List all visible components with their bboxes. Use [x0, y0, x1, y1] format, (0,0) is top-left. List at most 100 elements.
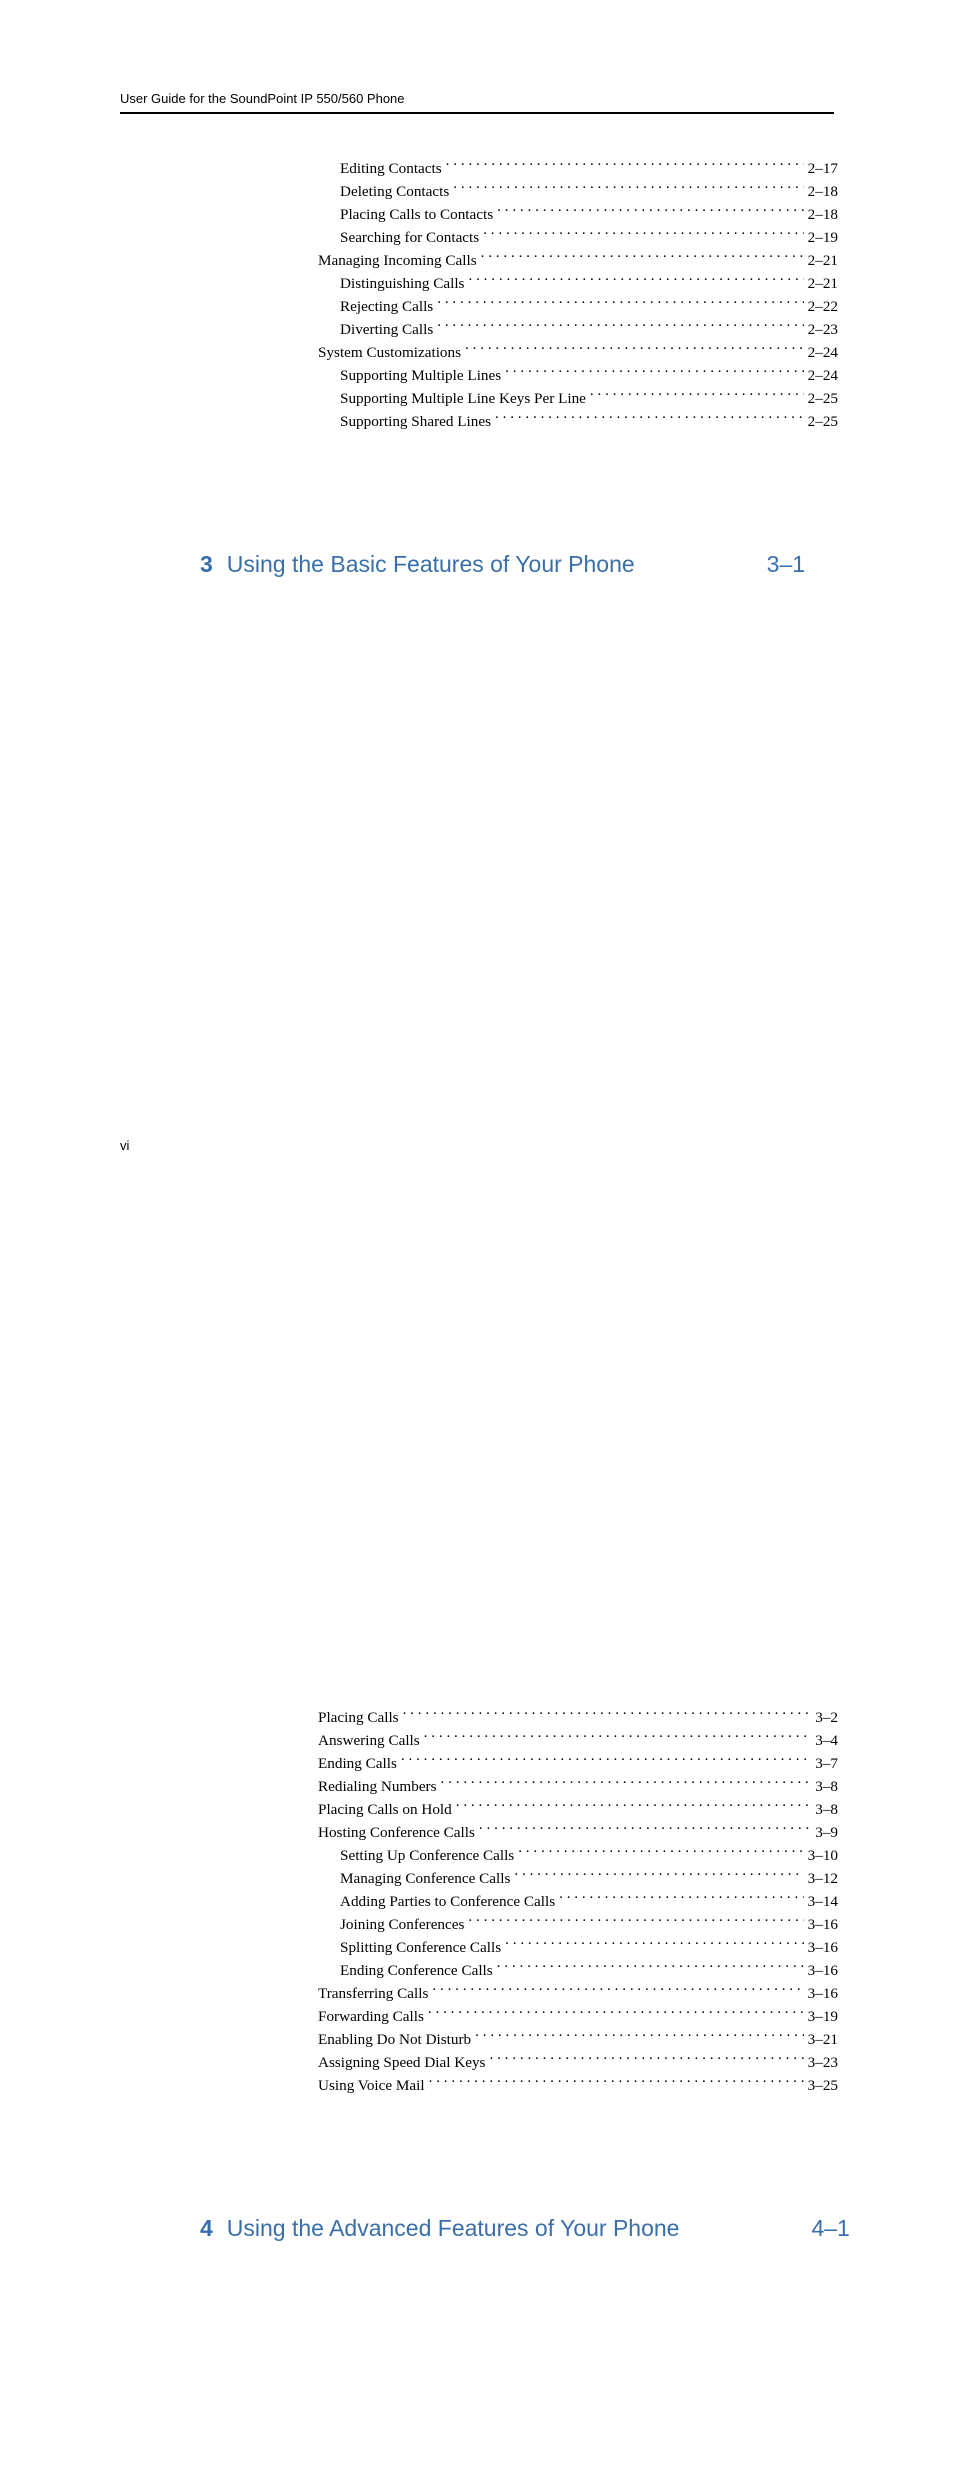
- toc-entry-page: 2–24: [808, 342, 838, 365]
- toc-entry-page: 2–25: [808, 411, 838, 434]
- toc-entry[interactable]: Setting Up Conference Calls3–10: [318, 1845, 838, 1868]
- toc-entry[interactable]: Assigning Speed Dial Keys3–23: [318, 2052, 838, 2075]
- toc-entry-title: Managing Conference Calls: [340, 1868, 510, 1891]
- toc-entry-title: Diverting Calls: [340, 319, 433, 342]
- chapter-page: 4–1: [691, 2124, 954, 2470]
- leader-dots: [453, 181, 803, 196]
- leader-dots: [432, 1983, 803, 1998]
- toc-entry[interactable]: Placing Calls3–2: [318, 1707, 838, 1730]
- chapter-title: Using the Basic Features of Your Phone: [227, 551, 635, 578]
- page: User Guide for the SoundPoint IP 550/560…: [0, 0, 954, 1235]
- toc-entry[interactable]: Searching for Contacts2–19: [318, 227, 838, 250]
- leader-dots: [437, 296, 803, 311]
- toc-entry[interactable]: Ending Calls3–7: [318, 1753, 838, 1776]
- leader-dots: [497, 1960, 804, 1975]
- toc-entry[interactable]: System Customizations2–24: [318, 342, 838, 365]
- toc-entry-title: Rejecting Calls: [340, 296, 433, 319]
- toc-content: Editing Contacts2–17Deleting Contacts2–1…: [120, 158, 834, 2470]
- toc-entry-title: Using Voice Mail: [318, 2075, 425, 2098]
- toc-entry[interactable]: Ending Conference Calls3–16: [318, 1960, 838, 1983]
- toc-entry-page: 3–10: [808, 1845, 838, 1868]
- toc-entry[interactable]: Answering Calls3–4: [318, 1730, 838, 1753]
- toc-entry[interactable]: Redialing Numbers 3–8: [318, 1776, 838, 1799]
- toc-entry-title: Distinguishing Calls: [340, 273, 464, 296]
- leader-dots: [429, 2075, 804, 2090]
- leader-dots: [489, 2052, 803, 2067]
- toc-entry-page: 3–8: [815, 1776, 838, 1799]
- toc-entry-title: Managing Incoming Calls: [318, 250, 477, 273]
- toc-entry-page: 2–17: [808, 158, 838, 181]
- toc-entry-title: Forwarding Calls: [318, 2006, 424, 2029]
- running-head: User Guide for the SoundPoint IP 550/560…: [120, 91, 834, 106]
- toc-entry[interactable]: Forwarding Calls 3–19: [318, 2006, 838, 2029]
- toc-entry-page: 2–22: [808, 296, 838, 319]
- toc-entry[interactable]: Transferring Calls 3–16: [318, 1983, 838, 2006]
- leader-dots: [475, 2029, 803, 2044]
- toc-block: Placing Calls3–2Answering Calls3–4Ending…: [318, 1707, 838, 2098]
- toc-entry[interactable]: Managing Incoming Calls 2–21: [318, 250, 838, 273]
- toc-entry[interactable]: Using Voice Mail 3–25: [318, 2075, 838, 2098]
- toc-entry[interactable]: Deleting Contacts 2–18: [318, 181, 838, 204]
- toc-entry-page: 2–18: [808, 204, 838, 227]
- toc-entry[interactable]: Adding Parties to Conference Calls3–14: [318, 1891, 838, 1914]
- chapter-page: 3–1: [647, 460, 954, 1695]
- leader-dots: [518, 1845, 803, 1860]
- toc-entry[interactable]: Distinguishing Calls2–21: [318, 273, 838, 296]
- toc-entry[interactable]: Supporting Multiple Lines2–24: [318, 365, 838, 388]
- toc-entry-page: 3–2: [815, 1707, 838, 1730]
- toc-entry[interactable]: Diverting Calls 2–23: [318, 319, 838, 342]
- chapter-title: Using the Advanced Features of Your Phon…: [227, 2215, 680, 2242]
- toc-entry-page: 3–16: [808, 1937, 838, 1960]
- toc-block: Editing Contacts2–17Deleting Contacts 2–1…: [318, 158, 838, 434]
- leader-dots: [559, 1891, 804, 1906]
- leader-dots: [514, 1868, 803, 1883]
- toc-entry-page: 3–16: [808, 1914, 838, 1937]
- toc-entry[interactable]: Supporting Shared Lines2–25: [318, 411, 838, 434]
- toc-entry-page: 3–14: [808, 1891, 838, 1914]
- leader-dots: [481, 250, 804, 265]
- toc-entry-title: Deleting Contacts: [340, 181, 449, 204]
- toc-entry[interactable]: Enabling Do Not Disturb3–21: [318, 2029, 838, 2052]
- toc-entry-title: Splitting Conference Calls: [340, 1937, 501, 1960]
- leader-dots: [479, 1822, 811, 1837]
- toc-entry-page: 3–25: [808, 2075, 838, 2098]
- toc-entry[interactable]: Supporting Multiple Line Keys Per Line2–…: [318, 388, 838, 411]
- toc-entry[interactable]: Managing Conference Calls 3–12: [318, 1868, 838, 1891]
- toc-entry-page: 3–12: [808, 1868, 838, 1891]
- toc-entry-page: 3–8: [815, 1799, 838, 1822]
- leader-dots: [441, 1776, 812, 1791]
- header-rule: [120, 112, 834, 114]
- chapter-number: 3: [200, 551, 213, 578]
- leader-dots: [505, 365, 803, 380]
- toc-entry-title: Redialing Numbers: [318, 1776, 437, 1799]
- leader-dots: [495, 411, 804, 426]
- toc-entry-page: 3–16: [808, 1983, 838, 2006]
- toc-entry-page: 3–23: [808, 2052, 838, 2075]
- toc-entry-page: 3–19: [808, 2006, 838, 2029]
- toc-entry-title: Transferring Calls: [318, 1983, 428, 2006]
- leader-dots: [468, 273, 803, 288]
- toc-entry[interactable]: Placing Calls to Contacts 2–18: [318, 204, 838, 227]
- toc-entry[interactable]: Placing Calls on Hold 3–8: [318, 1799, 838, 1822]
- toc-entry[interactable]: Editing Contacts2–17: [318, 158, 838, 181]
- leader-dots: [424, 1730, 812, 1745]
- leader-dots: [590, 388, 804, 403]
- toc-entry-title: Placing Calls to Contacts: [340, 204, 493, 227]
- toc-entry[interactable]: Hosting Conference Calls3–9: [318, 1822, 838, 1845]
- toc-entry-page: 2–23: [808, 319, 838, 342]
- chapter-heading[interactable]: 4Using the Advanced Features of Your Pho…: [200, 2124, 840, 2470]
- toc-entry[interactable]: Splitting Conference Calls 3–16: [318, 1937, 838, 1960]
- chapter-heading[interactable]: 3Using the Basic Features of Your Phone3…: [200, 460, 840, 1695]
- leader-dots: [403, 1707, 812, 1722]
- toc-entry-page: 2–24: [808, 365, 838, 388]
- toc-entry-page: 2–21: [808, 250, 838, 273]
- toc-entry[interactable]: Rejecting Calls 2–22: [318, 296, 838, 319]
- toc-entry-page: 2–19: [808, 227, 838, 250]
- toc-entry[interactable]: Joining Conferences 3–16: [318, 1914, 838, 1937]
- toc-entry-title: Placing Calls on Hold: [318, 1799, 452, 1822]
- toc-entry-page: 3–21: [808, 2029, 838, 2052]
- page-number: vi: [120, 1138, 129, 1153]
- toc-entry-page: 2–18: [808, 181, 838, 204]
- toc-entry-title: Joining Conferences: [340, 1914, 464, 1937]
- leader-dots: [428, 2006, 804, 2021]
